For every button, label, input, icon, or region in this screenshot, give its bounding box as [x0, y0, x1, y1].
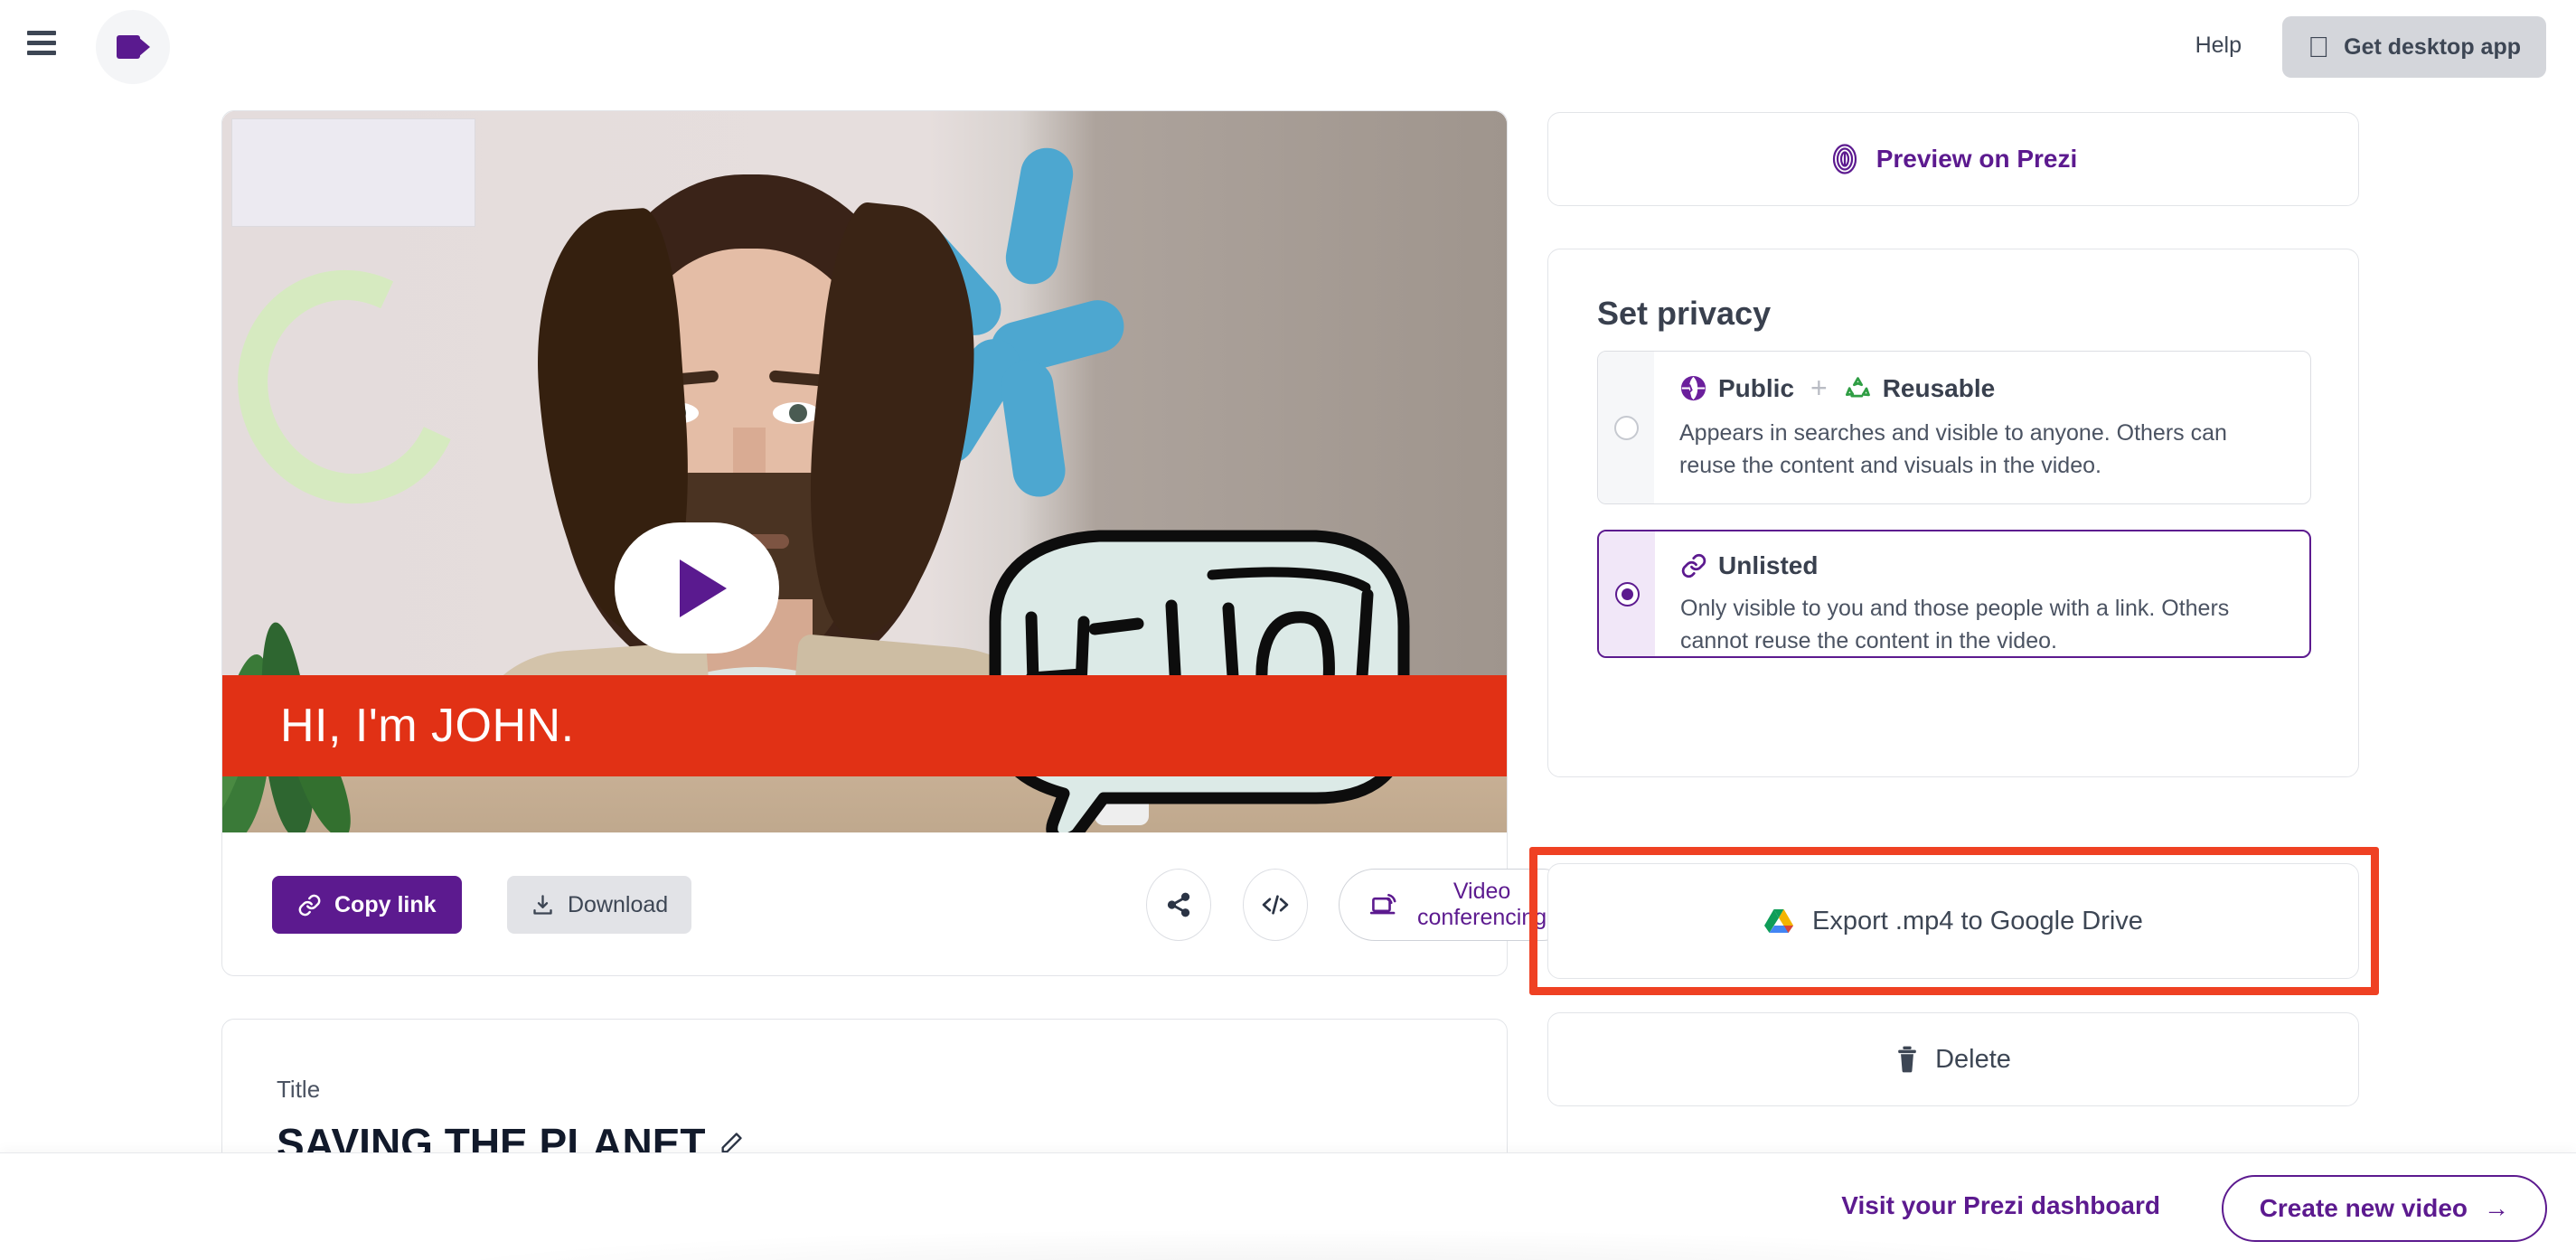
video-conferencing-label: Video conferencing	[1417, 879, 1547, 930]
privacy-radio-unlisted[interactable]	[1614, 581, 1640, 606]
prezi-logo-icon	[1829, 144, 1860, 174]
download-button[interactable]: Download	[507, 876, 692, 934]
video-card: HI, I'm JOHN. Copy link Download Video c…	[221, 110, 1579, 976]
create-new-video-button[interactable]: Create new video →	[2221, 1175, 2547, 1242]
download-label: Download	[568, 891, 669, 917]
privacy-unlisted-label: Unlisted	[1718, 551, 1819, 579]
privacy-radio-public[interactable]	[1613, 415, 1639, 440]
privacy-public-description: Appears in searches and visible to anyon…	[1679, 420, 2227, 478]
app-footer: Visit your Prezi dashboard Create new vi…	[0, 1152, 2576, 1260]
privacy-radio-strip-public[interactable]	[1598, 352, 1654, 503]
copy-link-button[interactable]: Copy link	[272, 876, 462, 934]
link-icon	[1680, 552, 1707, 579]
globe-icon	[1679, 374, 1707, 402]
video-thumbnail[interactable]: HI, I'm JOHN.	[222, 111, 1507, 832]
video-conferencing-button[interactable]: Video conferencing	[1339, 869, 1579, 941]
app-header: Help  Get desktop app	[0, 0, 2576, 94]
set-privacy-card: Set privacy Public + Reusable Appears in…	[1547, 249, 2359, 777]
video-action-row: Copy link Download Video conferencing	[222, 832, 1579, 975]
video-camera-logo-icon[interactable]	[96, 10, 170, 84]
hamburger-menu-icon[interactable]	[27, 31, 56, 55]
export-to-google-drive-button[interactable]: Export .mp4 to Google Drive	[1547, 863, 2359, 979]
privacy-unlisted-description: Only visible to you and those people wit…	[1680, 596, 2230, 654]
title-label: Title	[277, 1076, 321, 1103]
arrow-right-icon: →	[2484, 1194, 2509, 1222]
copy-link-label: Copy link	[334, 891, 437, 917]
export-to-google-drive-label: Export .mp4 to Google Drive	[1812, 906, 2143, 936]
privacy-reusable-label: Reusable	[1882, 373, 1996, 402]
create-new-video-label: Create new video	[2259, 1194, 2468, 1222]
set-privacy-heading: Set privacy	[1597, 295, 1772, 332]
embed-code-icon[interactable]	[1243, 869, 1308, 941]
privacy-radio-strip-unlisted[interactable]	[1599, 531, 1655, 656]
recycle-icon	[1844, 374, 1872, 402]
privacy-public-label: Public	[1718, 373, 1795, 402]
delete-label: Delete	[1935, 1044, 2011, 1074]
google-drive-icon	[1763, 907, 1794, 935]
download-icon	[531, 893, 555, 917]
get-desktop-app-button[interactable]:  Get desktop app	[2282, 16, 2546, 78]
privacy-plus-sign: +	[1810, 371, 1828, 404]
apple-logo-icon: 	[2308, 33, 2329, 61]
privacy-option-unlisted[interactable]: Unlisted Only visible to you and those p…	[1597, 530, 2311, 658]
visit-prezi-dashboard-link[interactable]: Visit your Prezi dashboard	[1841, 1191, 2160, 1220]
privacy-option-public-reusable[interactable]: Public + Reusable Appears in searches an…	[1597, 351, 2311, 504]
trash-icon	[1895, 1046, 1919, 1073]
video-caption-bar: HI, I'm JOHN.	[222, 675, 1507, 776]
get-desktop-app-label: Get desktop app	[2344, 33, 2521, 60]
link-icon	[297, 893, 322, 917]
preview-on-prezi-label: Preview on Prezi	[1876, 145, 2078, 173]
screen-broadcast-icon	[1370, 891, 1401, 918]
play-button-icon[interactable]	[615, 522, 779, 654]
preview-on-prezi-button[interactable]: Preview on Prezi	[1547, 112, 2359, 206]
share-icon[interactable]	[1146, 869, 1211, 941]
wall-poster	[231, 118, 475, 227]
delete-button[interactable]: Delete	[1547, 1012, 2359, 1106]
video-caption-text: HI, I'm JOHN.	[280, 700, 575, 752]
help-link[interactable]: Help	[2195, 33, 2242, 59]
